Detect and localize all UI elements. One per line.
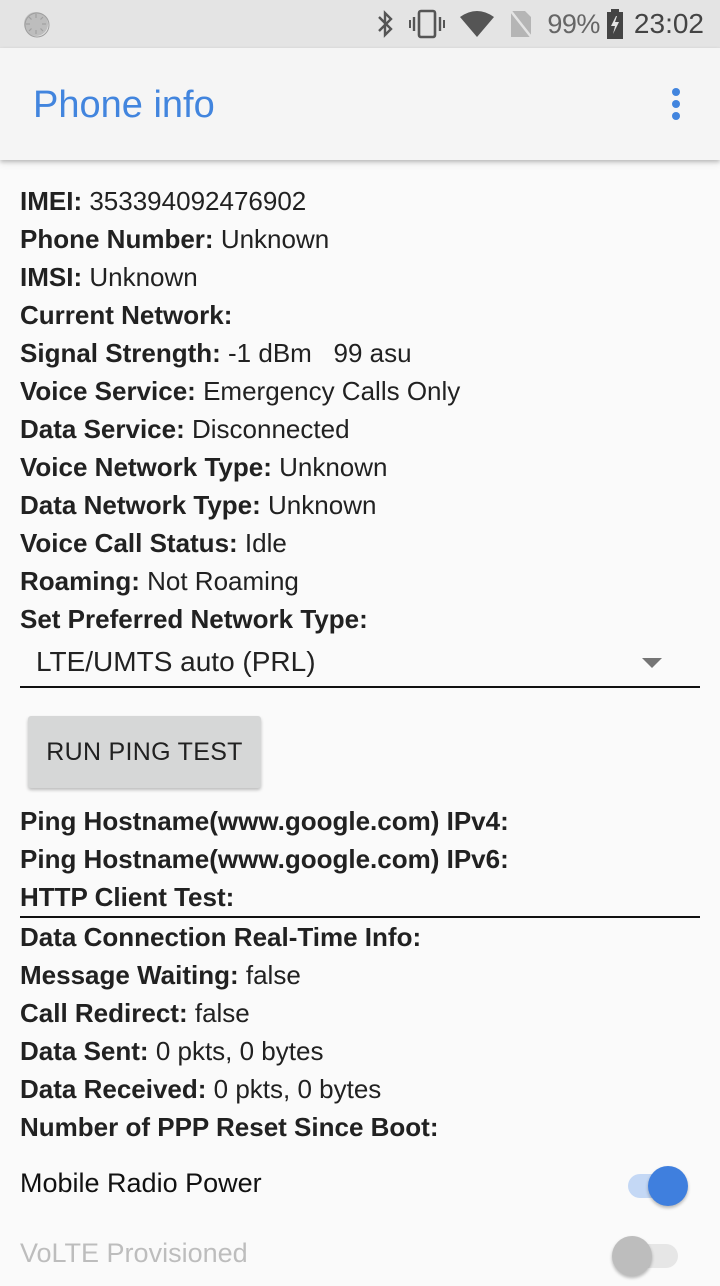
info-value: Disconnected xyxy=(192,414,350,444)
more-vert-icon-dot xyxy=(672,112,680,120)
info-label: Data Sent: xyxy=(20,1036,149,1066)
info-value: Unknown xyxy=(220,224,330,254)
info-value: -1 dBm 99 asu xyxy=(228,338,412,368)
info-value: Idle xyxy=(244,528,287,558)
clock: 23:02 xyxy=(633,8,704,39)
info-label: Set Preferred Network Type: xyxy=(20,604,368,634)
info-row-signal-strength: Signal Strength: -1 dBm 99 asu xyxy=(20,334,700,372)
status-bar: 99% 23:02 xyxy=(0,0,720,48)
ping-row-ipv6: Ping Hostname(www.google.com) IPv6: xyxy=(20,840,700,878)
battery-charging-icon xyxy=(606,9,624,39)
volte-provisioned-row: VoLTE Provisioned xyxy=(0,1226,720,1286)
info-row-preferred-network-label: Set Preferred Network Type: xyxy=(20,600,700,638)
info-value: 0 pkts, 0 bytes xyxy=(213,1074,382,1104)
realtime-row-data-received: Data Received: 0 pkts, 0 bytes xyxy=(20,1070,700,1108)
info-label: Voice Service: xyxy=(20,376,196,406)
realtime-row-message-waiting: Message Waiting: false xyxy=(20,956,700,994)
app-title: Phone info xyxy=(33,84,215,126)
info-row-voice-service: Voice Service: Emergency Calls Only xyxy=(20,372,700,410)
info-value: false xyxy=(245,960,301,990)
info-value: false xyxy=(194,998,250,1028)
info-label: Phone Number: xyxy=(20,224,214,254)
more-vert-icon-dot xyxy=(672,100,680,108)
run-ping-test-button[interactable]: RUN PING TEST xyxy=(28,716,261,788)
info-row-imei: IMEI: 353394092476902 xyxy=(20,182,700,220)
info-label: Data Service: xyxy=(20,414,185,444)
realtime-row-ppp-reset: Number of PPP Reset Since Boot: xyxy=(20,1108,700,1146)
info-label: Current Network: xyxy=(20,300,233,330)
sync-loading-icon xyxy=(22,10,50,38)
info-label: Signal Strength: xyxy=(20,338,221,368)
preferred-network-type-dropdown[interactable]: LTE/UMTS auto (PRL) xyxy=(20,640,700,688)
app-bar: Phone info xyxy=(0,48,720,160)
info-label: Message Waiting: xyxy=(20,960,239,990)
info-row-voice-network-type: Voice Network Type: Unknown xyxy=(20,448,700,486)
wifi-icon xyxy=(459,9,495,39)
status-icons: 99% 23:02 xyxy=(375,0,704,48)
more-vert-icon-dot xyxy=(672,88,680,96)
info-value: Unknown xyxy=(279,452,388,482)
info-label: IMEI: xyxy=(20,186,83,216)
info-label: Call Redirect: xyxy=(20,998,188,1028)
switch-thumb xyxy=(612,1236,652,1276)
info-row-imsi: IMSI: Unknown xyxy=(20,258,700,296)
info-label: Data Network Type: xyxy=(20,490,261,520)
info-label: HTTP Client Test: xyxy=(20,882,235,912)
dropdown-selected-value: LTE/UMTS auto (PRL) xyxy=(36,646,316,677)
no-sim-icon xyxy=(509,9,534,39)
info-row-data-network-type: Data Network Type: Unknown xyxy=(20,486,700,524)
realtime-row-header: Data Connection Real-Time Info: xyxy=(20,918,700,956)
info-label: Ping Hostname(www.google.com) IPv6: xyxy=(20,844,509,874)
info-label: Roaming: xyxy=(20,566,140,596)
vibrate-icon xyxy=(409,9,446,39)
info-value: Unknown xyxy=(268,490,377,520)
info-list: IMEI: 353394092476902 Phone Number: Unkn… xyxy=(20,182,700,638)
info-row-data-service: Data Service: Disconnected xyxy=(20,410,700,448)
info-value: Emergency Calls Only xyxy=(203,376,461,406)
info-row-voice-call-status: Voice Call Status: Idle xyxy=(20,524,700,562)
info-value: Unknown xyxy=(89,262,198,292)
info-label: Data Connection Real-Time Info: xyxy=(20,922,422,952)
info-row-roaming: Roaming: Not Roaming xyxy=(20,562,700,600)
realtime-info-list: Data Connection Real-Time Info: Message … xyxy=(20,918,700,1146)
info-label: Voice Network Type: xyxy=(20,452,272,482)
mobile-radio-power-row[interactable]: Mobile Radio Power xyxy=(0,1156,720,1216)
ping-results: Ping Hostname(www.google.com) IPv4: Ping… xyxy=(20,802,700,918)
volte-provisioned-label: VoLTE Provisioned xyxy=(20,1238,248,1268)
info-row-current-network: Current Network: xyxy=(20,296,700,334)
info-label: Number of PPP Reset Since Boot: xyxy=(20,1112,439,1142)
volte-provisioned-switch xyxy=(612,1234,682,1278)
info-value: 353394092476902 xyxy=(89,186,307,216)
info-label: IMSI: xyxy=(20,262,83,292)
battery-percent: 99% xyxy=(547,8,600,39)
ping-row-ipv4: Ping Hostname(www.google.com) IPv4: xyxy=(20,802,700,840)
realtime-row-data-sent: Data Sent: 0 pkts, 0 bytes xyxy=(20,1032,700,1070)
dropdown-arrow-icon xyxy=(642,658,662,668)
info-row-phone-number: Phone Number: Unknown xyxy=(20,220,700,258)
phone-info-content: IMEI: 353394092476902 Phone Number: Unkn… xyxy=(20,182,700,1146)
more-options-button[interactable] xyxy=(660,84,692,124)
info-label: Voice Call Status: xyxy=(20,528,238,558)
info-value: 0 pkts, 0 bytes xyxy=(155,1036,324,1066)
mobile-radio-power-switch[interactable] xyxy=(622,1164,692,1208)
info-label: Ping Hostname(www.google.com) IPv4: xyxy=(20,806,509,836)
bluetooth-icon xyxy=(375,9,395,39)
realtime-row-call-redirect: Call Redirect: false xyxy=(20,994,700,1032)
info-value: Not Roaming xyxy=(147,566,299,596)
http-client-test-row: HTTP Client Test: xyxy=(20,878,700,918)
info-label: Data Received: xyxy=(20,1074,207,1104)
mobile-radio-power-label: Mobile Radio Power xyxy=(20,1168,262,1198)
switch-thumb xyxy=(648,1166,688,1206)
